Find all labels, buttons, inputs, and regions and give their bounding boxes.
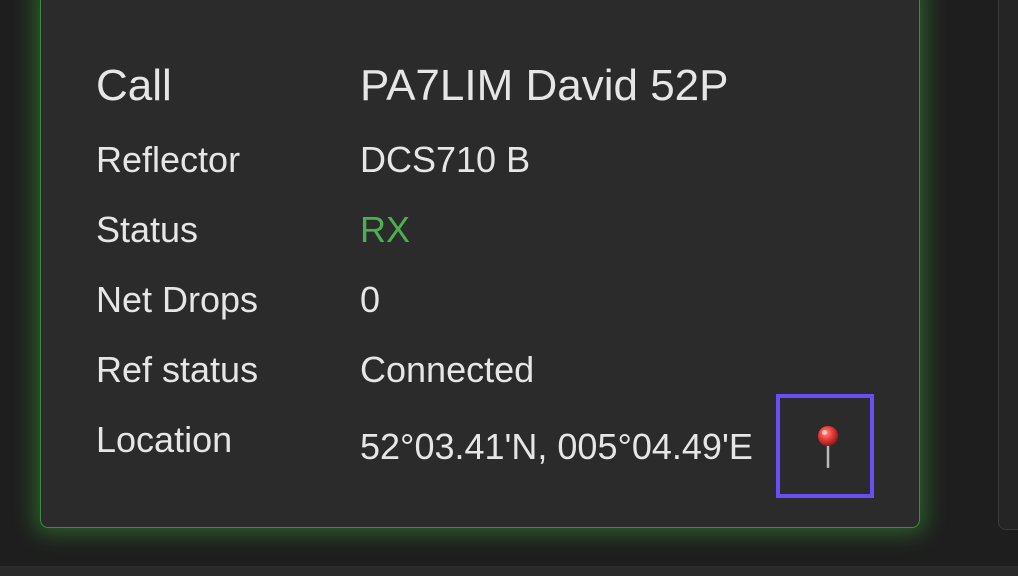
net-drops-value: 0 <box>360 279 381 320</box>
ref-status-label: Ref status <box>96 349 259 390</box>
bottom-edge-bar <box>0 566 1018 576</box>
reflector-value: DCS710 B <box>360 139 531 180</box>
ref-status-value: Connected <box>360 349 535 390</box>
location-label: Location <box>96 419 233 460</box>
adjacent-panel <box>998 0 1018 530</box>
status-label: Status <box>96 209 199 250</box>
map-pin-icon[interactable] <box>810 424 846 468</box>
reflector-label: Reflector <box>96 139 241 180</box>
location-value: 52°03.41'N, 005°04.49'E <box>360 426 753 467</box>
page: Call PA7LIM David 52P Reflector DCS710 B… <box>0 0 1018 576</box>
call-value: PA7LIM David 52P <box>360 61 729 110</box>
status-value: RX <box>360 209 411 250</box>
call-label: Call <box>96 61 172 110</box>
net-drops-label: Net Drops <box>96 279 259 320</box>
